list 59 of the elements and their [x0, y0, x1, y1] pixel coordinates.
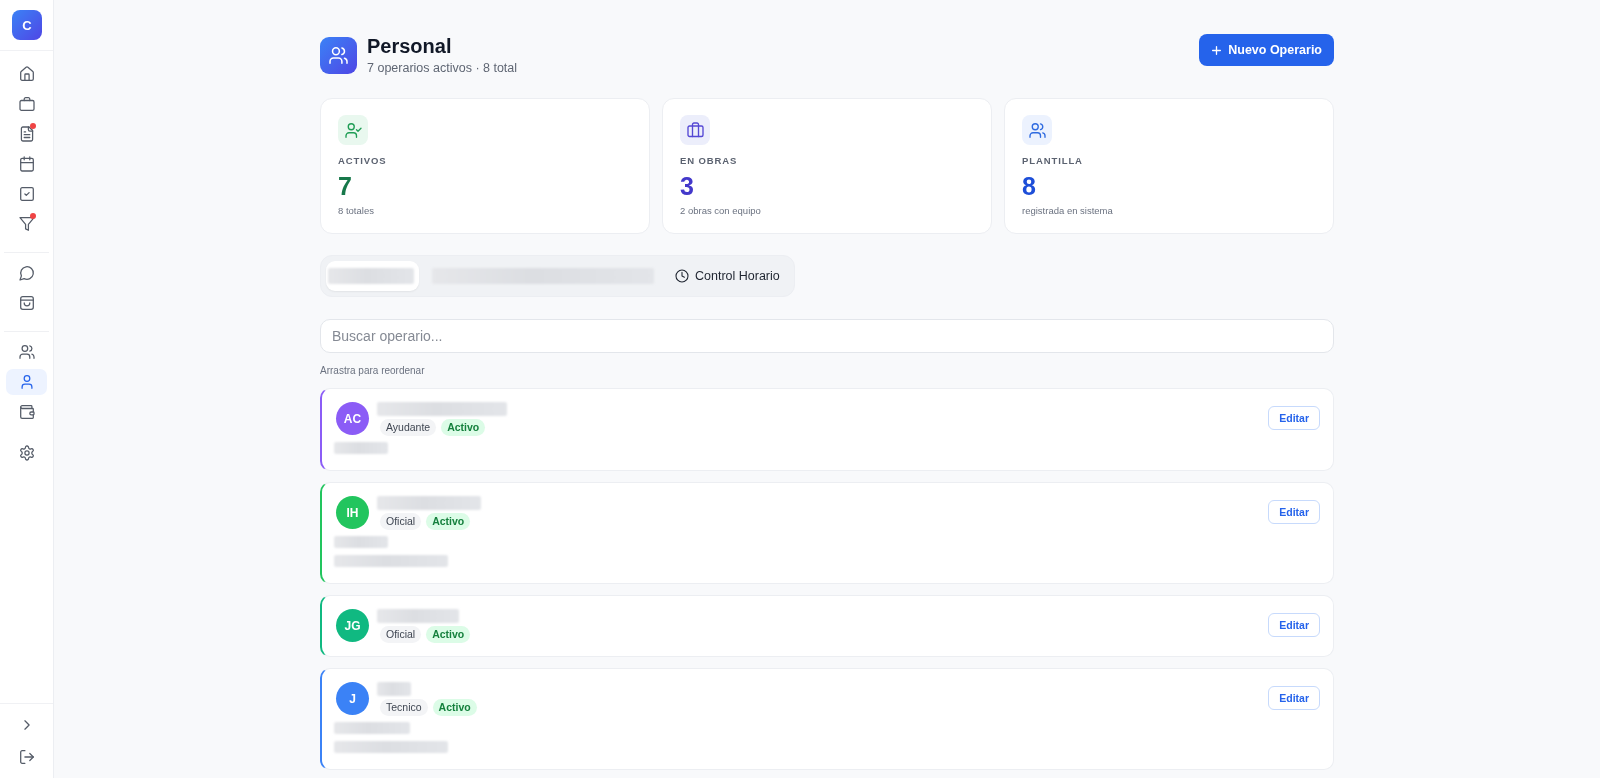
calendar-icon	[19, 157, 34, 171]
edit-button[interactable]: Editar	[1268, 613, 1320, 637]
operator-card[interactable]: AC Ayudante Activo Editar	[320, 388, 1334, 471]
operator-card[interactable]: JG Oficial Activo Editar	[320, 595, 1334, 657]
users-icon	[1022, 115, 1052, 145]
redacted-text	[334, 535, 388, 548]
drag-hint: Arrastra para reordenar	[320, 364, 426, 377]
user-icon	[19, 375, 34, 389]
app-logo[interactable]: C	[12, 10, 42, 40]
home-icon	[19, 67, 34, 81]
briefcase-icon	[19, 97, 34, 111]
edit-button[interactable]: Editar	[1268, 500, 1320, 524]
role-tag: Oficial	[380, 626, 422, 643]
avatar: AC	[336, 402, 369, 435]
status-tag: Activo	[426, 626, 471, 643]
users-icon	[19, 345, 34, 359]
wallet-icon	[19, 405, 34, 419]
redacted-text	[377, 682, 411, 696]
logout-icon	[19, 750, 34, 764]
filter-icon	[19, 217, 34, 231]
page-subtitle: 7 operarios activos · 8 total	[367, 60, 518, 77]
operator-card[interactable]: IH Oficial Activo Editar	[320, 482, 1334, 584]
search-field[interactable]: Buscar operario...	[320, 319, 1334, 353]
nav-item[interactable]	[6, 369, 47, 395]
stat-label: ACTIVOS	[338, 154, 388, 167]
checkbox-icon	[19, 187, 34, 201]
role-tag: Tecnico	[380, 699, 428, 716]
new-operator-button[interactable]: Nuevo Operario	[1199, 34, 1334, 66]
plus-icon	[1211, 44, 1223, 56]
chat-bubble-icon	[19, 266, 34, 280]
clock-icon	[676, 270, 688, 282]
stat-caption: registrada en sistema	[1022, 204, 1114, 217]
stat-caption: 2 obras con equipo	[680, 204, 762, 217]
user-check-icon	[338, 115, 368, 145]
stat-label: PLANTILLA	[1022, 154, 1084, 167]
avatar: JG	[336, 609, 369, 642]
tab[interactable]: Control Horario	[667, 261, 789, 291]
operator-card[interactable]: J Tecnico Activo Editar	[320, 668, 1334, 770]
role-tag: Oficial	[380, 513, 422, 530]
settings-icon	[19, 446, 34, 460]
status-tag: Activo	[432, 699, 477, 716]
status-tag: Activo	[441, 419, 486, 436]
status-tag: Activo	[426, 513, 471, 530]
role-tag: Ayudante	[380, 419, 437, 436]
stat-value: 7	[338, 172, 353, 200]
stat-caption: 8 totales	[338, 204, 375, 217]
stat-value: 3	[680, 172, 695, 200]
page-title: Personal	[367, 34, 453, 58]
edit-button[interactable]: Editar	[1268, 406, 1320, 430]
stat-value: 8	[1022, 172, 1037, 200]
stat-label: EN OBRAS	[680, 154, 739, 167]
shopping-bag-icon	[19, 296, 34, 310]
users-icon	[320, 37, 357, 74]
avatar: J	[336, 682, 369, 715]
briefcase-icon	[680, 115, 710, 145]
document-icon	[19, 127, 34, 141]
avatar: IH	[336, 496, 369, 529]
edit-button[interactable]: Editar	[1268, 686, 1320, 710]
redacted-text	[334, 441, 388, 454]
